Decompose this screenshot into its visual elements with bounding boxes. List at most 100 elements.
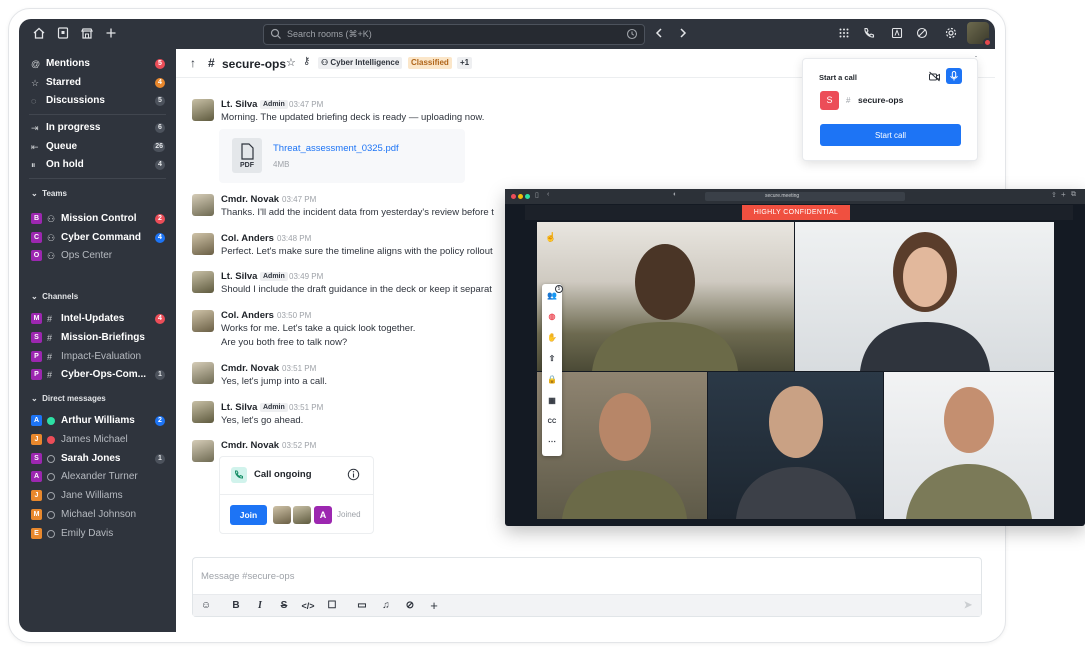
classified-chip[interactable]: Classified — [408, 57, 452, 69]
contact-card-icon[interactable] — [889, 26, 905, 42]
message-author[interactable]: Lt. Silva — [221, 271, 257, 282]
new-tab-icon[interactable]: + — [1061, 190, 1066, 199]
sidebar-item-queue[interactable]: ⇤ Queue 26 — [29, 139, 169, 155]
window-minimize-button[interactable] — [518, 194, 523, 199]
info-icon[interactable] — [347, 468, 360, 481]
sidebar-item-dm[interactable]: M Michael Johnson — [29, 507, 169, 523]
sidebar-item-starred[interactable]: ☆ Starred 4 — [29, 75, 169, 91]
back-arrow-icon[interactable] — [651, 26, 667, 42]
chat-icon[interactable]: ◍ — [546, 311, 558, 323]
sidebar-item-in-progress[interactable]: ⇥ In progress 6 — [29, 120, 169, 136]
sidebar-toggle-icon[interactable]: ▯ — [535, 191, 539, 199]
sidebar-item-dm[interactable]: E Emily Davis — [29, 526, 169, 542]
attachment-icon[interactable]: ⊘ — [403, 599, 417, 613]
camera-off-icon[interactable] — [928, 70, 941, 83]
lock-icon[interactable]: 🔒 — [546, 374, 558, 386]
add-icon[interactable]: + — [427, 599, 441, 613]
message-author[interactable]: Lt. Silva — [221, 402, 257, 413]
file-attachment[interactable]: PDF Threat_assessment_0325.pdf 4MB — [219, 129, 465, 183]
back-arrow-icon[interactable]: ‹ — [547, 191, 549, 198]
join-call-button[interactable]: Join — [230, 505, 267, 525]
more-options-icon[interactable]: ⋯ — [546, 436, 558, 448]
layout-icon[interactable]: ▦ — [546, 395, 558, 407]
message-author[interactable]: Col. Anders — [221, 310, 274, 321]
message-author[interactable]: Lt. Silva — [221, 99, 257, 110]
sidebar-item-team[interactable]: C ⚇ Cyber Command 4 — [29, 230, 169, 246]
participant-video-tile[interactable] — [884, 372, 1054, 519]
channels-heading[interactable]: ⌄ Channels — [31, 292, 78, 301]
create-new-icon[interactable] — [103, 26, 119, 42]
captions-icon[interactable]: CC — [546, 416, 558, 428]
history-icon[interactable] — [626, 28, 638, 40]
star-icon[interactable]: ☆ — [286, 56, 296, 69]
start-call-button[interactable]: Start call — [820, 124, 961, 146]
user-avatar[interactable] — [192, 271, 214, 293]
file-type-label: PDF — [240, 162, 254, 169]
raise-hand-icon[interactable]: ✋ — [546, 332, 558, 344]
sidebar-item-on-hold[interactable]: ⏸ On hold 4 — [29, 157, 169, 173]
video-message-icon[interactable]: ▭ — [355, 599, 369, 613]
directory-icon[interactable] — [55, 26, 71, 42]
search-icon — [270, 28, 281, 39]
message-author[interactable]: Col. Anders — [221, 233, 274, 244]
formatting-icon[interactable]: ☐ — [325, 599, 339, 613]
do-not-disturb-icon[interactable] — [914, 26, 930, 42]
message-composer[interactable]: Message #secure-ops ☺ B I S </> ☐ ▭ ♫ ⊘ … — [192, 557, 982, 617]
send-icon[interactable]: ➤ — [961, 599, 975, 613]
tabs-icon[interactable]: ⧉ — [1071, 191, 1076, 199]
emoji-icon[interactable]: ☺ — [199, 599, 213, 613]
user-avatar[interactable] — [192, 440, 214, 462]
user-avatar[interactable] — [192, 401, 214, 423]
forward-arrow-icon[interactable] — [675, 26, 691, 42]
file-name-link[interactable]: Threat_assessment_0325.pdf — [273, 143, 399, 154]
user-avatar[interactable] — [192, 99, 214, 121]
direct-messages-heading[interactable]: ⌄ Direct messages — [31, 394, 106, 403]
settings-gear-icon[interactable] — [943, 26, 959, 42]
back-arrow-icon[interactable]: ↑ — [190, 56, 196, 70]
sidebar-item-dm[interactable]: J Jane Williams — [29, 488, 169, 504]
apps-grid-icon[interactable] — [836, 26, 852, 42]
search-bar[interactable]: Search rooms (⌘+K) — [263, 24, 645, 45]
user-avatar[interactable] — [192, 310, 214, 332]
window-maximize-button[interactable] — [525, 194, 530, 199]
strikethrough-icon[interactable]: S — [277, 599, 291, 613]
phone-icon[interactable] — [861, 26, 877, 42]
user-avatar[interactable] — [192, 362, 214, 384]
sidebar-item-channel[interactable]: P # Cyber-Ops-Com... 1 — [29, 367, 169, 383]
sidebar-item-channel[interactable]: M # Intel-Updates 4 — [29, 311, 169, 327]
sidebar-item-dm[interactable]: J James Michael — [29, 432, 169, 448]
participant-video-tile[interactable]: ☝ — [537, 222, 794, 371]
code-icon[interactable]: </> — [301, 599, 315, 613]
italic-icon[interactable]: I — [253, 599, 267, 613]
participant-video-tile[interactable] — [708, 372, 883, 519]
participant-video-tile[interactable] — [795, 222, 1054, 371]
sidebar-item-team[interactable]: B Mission Control ⚇ 2 — [29, 211, 169, 227]
more-tags-chip[interactable]: +1 — [457, 57, 473, 69]
sidebar-item-dm[interactable]: A Arthur Williams 2 — [29, 413, 169, 429]
user-avatar[interactable] — [967, 22, 992, 47]
bold-icon[interactable]: B — [229, 599, 243, 613]
address-bar[interactable]: secure.meeting — [705, 192, 905, 201]
sidebar-item-channel[interactable]: S # Mission-Briefings — [29, 330, 169, 346]
user-avatar[interactable] — [192, 194, 214, 216]
share-icon[interactable]: ⇪ — [1051, 191, 1057, 199]
microphone-toggle[interactable] — [946, 68, 962, 84]
window-close-button[interactable] — [511, 194, 516, 199]
marketplace-icon[interactable] — [79, 26, 95, 42]
screen-share-icon[interactable]: ⇧ — [546, 353, 558, 365]
home-icon[interactable] — [31, 26, 47, 42]
sidebar-item-discussions[interactable]: ◌ Discussions 5 — [29, 93, 169, 109]
sidebar-item-dm[interactable]: A Alexander Turner — [29, 469, 169, 485]
sidebar-item-channel[interactable]: P # Impact-Evaluation — [29, 349, 169, 365]
message-author[interactable]: Cmdr. Novak — [221, 194, 279, 205]
message-author[interactable]: Cmdr. Novak — [221, 440, 279, 451]
participant-video-tile[interactable] — [537, 372, 707, 519]
message-author[interactable]: Cmdr. Novak — [221, 363, 279, 374]
teams-heading[interactable]: ⌄ Teams — [31, 189, 67, 198]
user-avatar[interactable] — [192, 233, 214, 255]
sidebar-item-team[interactable]: O ⚇ Ops Center — [29, 248, 169, 264]
microphone-icon[interactable]: ♫ — [379, 599, 393, 613]
team-chip[interactable]: ⚇ Cyber Intelligence — [318, 57, 403, 69]
sidebar-item-dm[interactable]: S Sarah Jones 1 — [29, 451, 169, 467]
sidebar-item-mentions[interactable]: @ Mentions 5 — [29, 56, 169, 72]
